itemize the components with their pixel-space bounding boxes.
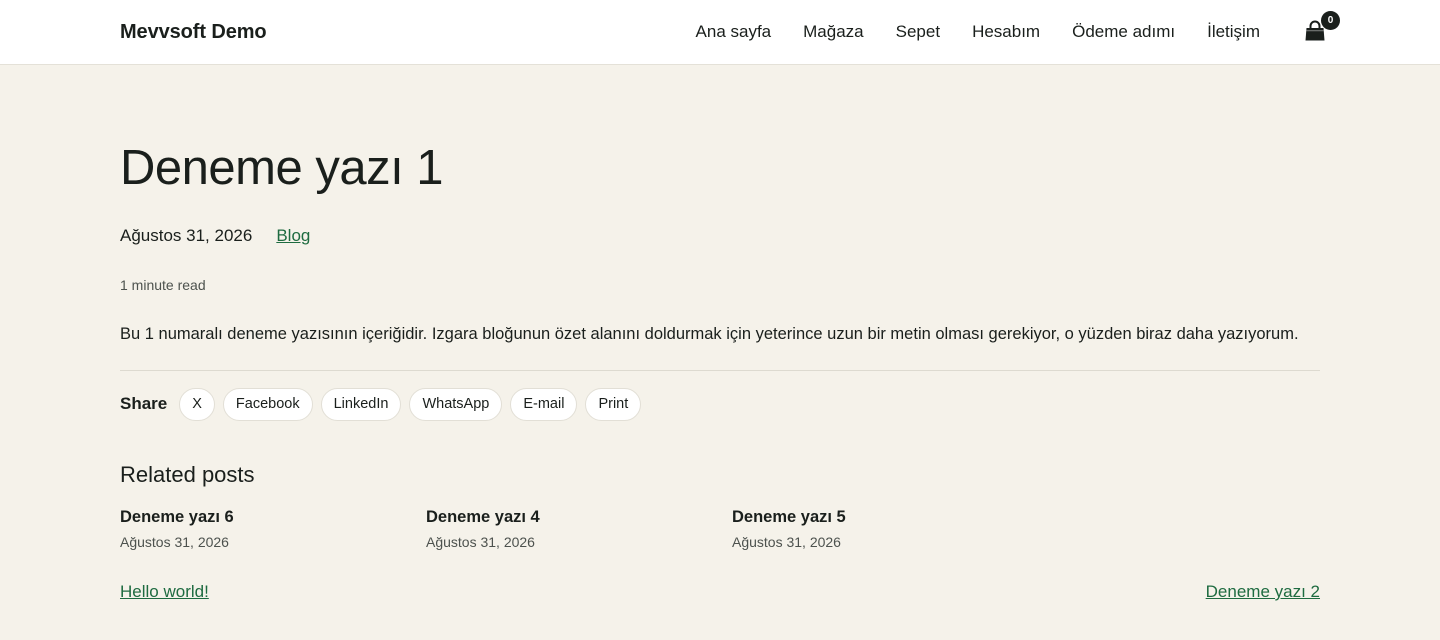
site-title[interactable]: Mevvsoft Demo <box>120 21 267 44</box>
share-email-button[interactable]: E-mail <box>510 387 578 421</box>
nav-item-magaza[interactable]: Mağaza <box>803 22 863 42</box>
nav-item-sepet[interactable]: Sepet <box>896 22 940 42</box>
related-post-title[interactable]: Deneme yazı 4 <box>426 507 732 527</box>
post-date: Ağustos 31, 2026 <box>120 226 253 245</box>
cart-button[interactable]: 0 <box>1304 11 1340 42</box>
share-x-button[interactable]: X <box>179 387 215 421</box>
post-meta: Ağustos 31, 2026 Blog <box>120 224 1320 248</box>
related-post-item: Deneme yazı 5 Ağustos 31, 2026 <box>732 507 1038 551</box>
read-time: 1 minute read <box>120 277 206 293</box>
cart-count-badge: 0 <box>1321 11 1340 30</box>
share-linkedin-button[interactable]: LinkedIn <box>320 387 402 421</box>
related-post-date: Ağustos 31, 2026 <box>120 534 229 550</box>
share-print-button[interactable]: Print <box>585 387 642 421</box>
related-post-item: Deneme yazı 4 Ağustos 31, 2026 <box>426 507 732 551</box>
share-facebook-button[interactable]: Facebook <box>222 387 313 421</box>
share-label: Share <box>120 394 168 413</box>
share-bar: Share X Facebook LinkedIn WhatsApp E-mai… <box>120 387 1320 421</box>
share-whatsapp-button[interactable]: WhatsApp <box>409 387 503 421</box>
next-post-link[interactable]: Deneme yazı 2 <box>1206 581 1320 603</box>
post-title: Deneme yazı 1 <box>120 141 444 195</box>
related-post-title[interactable]: Deneme yazı 6 <box>120 507 426 527</box>
main-nav: Ana sayfa Mağaza Sepet Hesabım Ödeme adı… <box>696 11 1340 43</box>
nav-item-hesabim[interactable]: Hesabım <box>972 22 1040 42</box>
related-post-title[interactable]: Deneme yazı 5 <box>732 507 1038 527</box>
post-content: Deneme yazı 1 Ağustos 31, 2026 Blog 1 mi… <box>0 140 1440 603</box>
post-navigation: Hello world! Deneme yazı 2 <box>120 581 1320 603</box>
divider <box>120 370 1320 371</box>
post-excerpt: Bu 1 numaralı deneme yazısının içeriğidi… <box>120 325 1299 343</box>
post-category-link[interactable]: Blog <box>276 226 310 246</box>
related-post-item: Deneme yazı 6 Ağustos 31, 2026 <box>120 507 426 551</box>
nav-item-odeme-adimi[interactable]: Ödeme adımı <box>1072 22 1175 42</box>
nav-item-iletisim[interactable]: İletişim <box>1207 22 1260 42</box>
related-post-date: Ağustos 31, 2026 <box>426 534 535 550</box>
previous-post-link[interactable]: Hello world! <box>120 581 209 603</box>
site-header: Mevvsoft Demo Ana sayfa Mağaza Sepet Hes… <box>0 0 1440 65</box>
related-post-date: Ağustos 31, 2026 <box>732 534 841 550</box>
related-posts-title: Related posts <box>120 462 255 487</box>
related-posts-grid: Deneme yazı 6 Ağustos 31, 2026 Deneme ya… <box>120 507 1320 551</box>
nav-item-ana-sayfa[interactable]: Ana sayfa <box>696 22 772 42</box>
